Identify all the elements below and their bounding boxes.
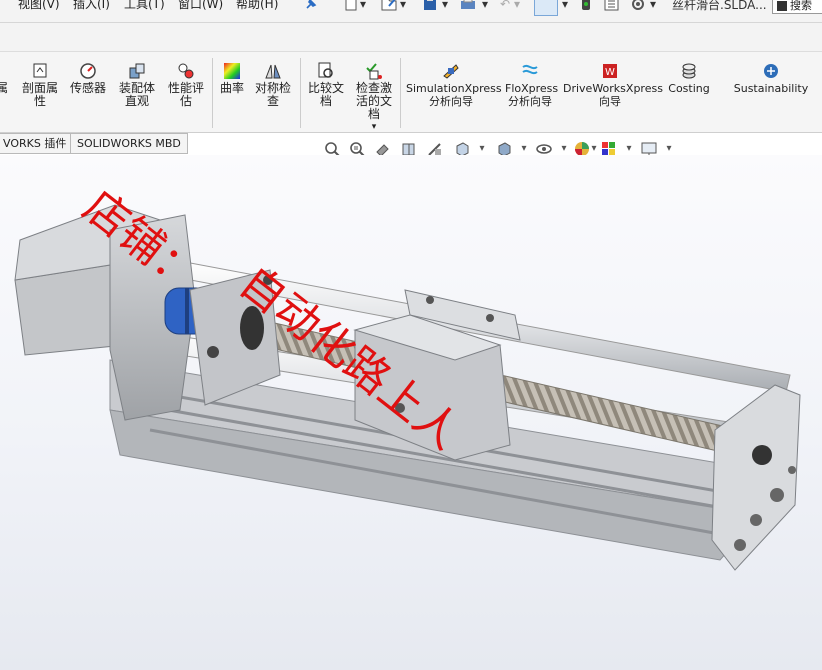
file-properties-icon[interactable] [604, 0, 620, 12]
ribbon-separator [212, 58, 213, 128]
ribbon-label: DriveWorksXpress向导 [563, 82, 663, 108]
document-title: 丝杆滑台.SLDA... [672, 0, 767, 12]
curvature-icon [224, 63, 240, 79]
ribbon-button-driveworksxpress[interactable]: W DriveWorksXpress向导 [562, 62, 663, 108]
ribbon-label: FloXpress分析向导 [505, 82, 559, 108]
menu-bar: 视图(V) 插入(I) 工具(T) 窗口(W) 帮助(H) ▾ ▾ ▾ ▾ ↶ … [0, 0, 822, 23]
compare-documents-icon [318, 62, 333, 78]
section-properties-icon [33, 63, 47, 78]
ribbon-button-assembly-visualization[interactable]: 装配体直观 [114, 62, 160, 108]
end-plate [711, 384, 801, 571]
search-icon [777, 1, 787, 11]
ribbon-button-curvature[interactable]: 曲率 [216, 62, 248, 95]
ribbon-label: 对称检查 [254, 81, 291, 108]
performance-evaluation-icon [178, 63, 194, 79]
symmetry-check-icon [265, 64, 281, 79]
ribbon-label: 曲率 [219, 81, 244, 95]
check-dropdown-icon[interactable]: ▾ [350, 121, 398, 134]
ribbon-button-section-properties[interactable]: 剖面属性 [16, 62, 64, 108]
print-icon[interactable] [458, 0, 478, 12]
options-dropdown-icon[interactable]: ▾ [650, 0, 656, 11]
open-dropdown-icon[interactable]: ▾ [400, 0, 406, 11]
search-input[interactable]: 搜索 [772, 0, 822, 14]
undo-dropdown-icon[interactable]: ▾ [514, 0, 520, 11]
tab-solidworks-addins[interactable]: VORKS 插件 [0, 133, 74, 154]
check-active-document-icon [366, 63, 382, 80]
menu-insert[interactable]: 插入(I) [73, 0, 110, 12]
costing-icon [682, 63, 696, 79]
new-dropdown-icon[interactable]: ▾ [360, 0, 366, 11]
end-bearing [752, 445, 772, 465]
menu-window[interactable]: 窗口(W) [178, 0, 223, 12]
toolbar-strip [0, 23, 822, 52]
rebuild-icon[interactable] [580, 0, 592, 12]
bolt-hole [770, 488, 784, 502]
save-icon[interactable] [422, 0, 438, 12]
ribbon-separator [400, 58, 401, 128]
ribbon-button-sensor[interactable]: 传感器 [66, 62, 110, 95]
bolt-hole [788, 466, 796, 474]
ribbon-button-floxpress[interactable]: FloXpress分析向导 [504, 62, 559, 108]
svg-text:W: W [605, 67, 615, 78]
pin-icon[interactable] [304, 0, 318, 11]
save-dropdown-icon[interactable]: ▾ [442, 0, 448, 11]
ribbon-separator [300, 58, 301, 128]
ribbon-label: 性能评估 [167, 81, 204, 108]
menu-tools[interactable]: 工具(T) [124, 0, 165, 12]
bolt-hole [426, 296, 434, 304]
new-document-icon[interactable] [344, 0, 358, 12]
ribbon-label: SimulationXpress分析向导 [406, 82, 502, 108]
ribbon-button-performance-evaluation[interactable]: 性能评估 [164, 62, 208, 108]
ribbon-button-simulationxpress[interactable]: SimulationXpress分析向导 [404, 62, 502, 108]
ribbon-label: 装配体直观 [118, 81, 155, 108]
select-pointer-icon[interactable] [534, 0, 558, 16]
bolt-hole [750, 514, 762, 526]
options-gear-icon[interactable] [630, 0, 646, 12]
ribbon-button-sustainability[interactable]: Sustainability [730, 62, 812, 95]
assembly-visualization-icon [129, 63, 145, 79]
ribbon-label: 剖面属性 [21, 81, 58, 108]
stepper-motor-body [14, 264, 126, 356]
ribbon-button-check-active-document[interactable]: 检查激活的文档 ▾ [350, 62, 398, 134]
sustainability-icon [764, 64, 778, 78]
undo-icon[interactable]: ↶ [500, 0, 510, 11]
bolt-hole [734, 539, 746, 551]
tab-solidworks-mbd[interactable]: SOLIDWORKS MBD [70, 133, 188, 154]
bolt-hole [486, 314, 494, 322]
select-dropdown-icon[interactable]: ▾ [562, 0, 568, 11]
driveworksxpress-icon: W [603, 64, 617, 78]
ribbon-button-compare-documents[interactable]: 比较文档 [304, 62, 348, 108]
coupling-slot [185, 288, 189, 334]
ribbon-label: 比较文档 [307, 81, 344, 108]
ribbon-label: 检查激活的文档 [355, 81, 392, 121]
menu-view[interactable]: 视图(V) [18, 0, 60, 12]
ribbon-button-property[interactable]: 属 [0, 62, 12, 95]
floxpress-icon [522, 64, 538, 75]
menu-help[interactable]: 帮助(H) [236, 0, 278, 12]
simulationxpress-icon [443, 64, 459, 79]
open-document-icon[interactable] [380, 0, 398, 12]
ribbon-label: 属 [0, 81, 8, 95]
ribbon-label: 传感器 [69, 81, 106, 95]
ribbon-label: Sustainability [733, 82, 809, 95]
print-dropdown-icon[interactable]: ▾ [482, 0, 488, 11]
property-icon [0, 62, 11, 80]
ribbon-button-costing[interactable]: Costing [664, 62, 714, 95]
ribbon-label: Costing [668, 82, 710, 95]
ribbon-button-symmetry-check[interactable]: 对称检查 [250, 62, 296, 108]
sensor-icon [80, 63, 96, 79]
bolt-hole [207, 346, 219, 358]
search-label: 搜索 [790, 0, 812, 12]
